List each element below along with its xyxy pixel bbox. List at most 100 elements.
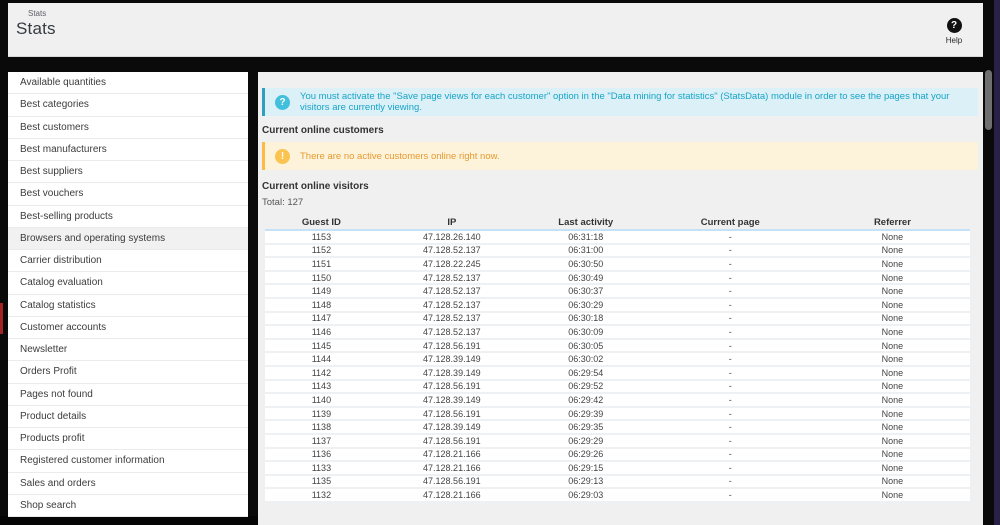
cell-current-page: - xyxy=(728,408,732,419)
cell-ip: 47.128.56.191 xyxy=(423,381,481,392)
help-label: Help xyxy=(945,36,963,45)
table-row: 1140 47.128.39.149 06:29:42 - None xyxy=(265,394,970,408)
sidebar-item-customer-accounts[interactable]: Customer accounts xyxy=(8,317,248,339)
stats-nav-sidebar: Available quantities Best categories Best … xyxy=(8,72,248,517)
warning-banner: ! There are no active customers online r… xyxy=(262,142,978,170)
sidebar-item-orders-profit[interactable]: Orders Profit xyxy=(8,361,248,384)
table-row: 1153 47.128.26.140 06:31:18 - None xyxy=(265,231,970,245)
cell-last-activity: 06:31:18 xyxy=(568,231,604,242)
cell-referrer: None xyxy=(881,394,904,405)
cell-current-page: - xyxy=(728,449,732,460)
table-row: 1146 47.128.52.137 06:30:09 - None xyxy=(265,326,970,340)
cell-referrer: None xyxy=(881,272,904,283)
column-header-referrer: Referrer xyxy=(873,216,911,228)
column-header-current-page: Current page xyxy=(700,216,760,228)
cell-last-activity: 06:30:29 xyxy=(568,299,604,310)
sidebar-item-product-details[interactable]: Product details xyxy=(8,406,248,428)
vertical-scrollbar-thumb[interactable] xyxy=(985,70,992,130)
page-header: Stats Stats ? Help xyxy=(8,3,983,57)
table-row: 1152 47.128.52.137 06:31:00 - None xyxy=(265,244,970,259)
cell-guest-id: 1139 xyxy=(311,408,332,419)
cell-current-page: - xyxy=(728,476,732,487)
sidebar-item-catalog-statistics[interactable]: Catalog statistics xyxy=(8,295,248,317)
cell-referrer: None xyxy=(881,354,904,365)
cell-last-activity: 06:29:39 xyxy=(568,408,604,419)
cell-current-page: - xyxy=(728,381,732,392)
help-button[interactable]: ? Help xyxy=(939,15,969,45)
sidebar-item-best-vouchers[interactable]: Best vouchers xyxy=(8,183,248,206)
table-row: 1151 47.128.22.245 06:30:50 - None xyxy=(265,258,970,272)
cell-current-page: - xyxy=(728,299,732,310)
cell-ip: 47.128.52.137 xyxy=(423,326,481,337)
cell-current-page: - xyxy=(728,462,732,473)
sidebar-item-available-quantities[interactable]: Available quantities xyxy=(8,72,248,95)
sidebar-item-newsletter[interactable]: Newsletter xyxy=(8,339,248,362)
cell-ip: 47.128.52.137 xyxy=(423,286,481,297)
cell-current-page: - xyxy=(728,231,732,242)
visitors-table-header: Guest ID IP Last activity Current page Refer… xyxy=(265,215,970,231)
sidebar-item-shop-search[interactable]: Shop search xyxy=(8,495,248,517)
cell-ip: 47.128.52.137 xyxy=(423,272,481,283)
sidebar-item-best-selling-products[interactable]: Best-selling products xyxy=(8,206,248,228)
column-header-ip: IP xyxy=(447,216,457,228)
table-row: 1133 47.128.21.166 06:29:15 - None xyxy=(265,462,970,476)
sidebar-item-pages-not-found[interactable]: Pages not found xyxy=(8,384,248,406)
sidebar-item-carrier-distribution[interactable]: Carrier distribution xyxy=(8,250,248,273)
cell-guest-id: 1144 xyxy=(311,354,332,365)
cell-current-page: - xyxy=(728,367,732,378)
cell-guest-id: 1136 xyxy=(311,449,332,460)
cell-last-activity: 06:29:29 xyxy=(568,435,604,446)
column-header-guest-id: Guest ID xyxy=(301,216,341,228)
cell-last-activity: 06:29:35 xyxy=(568,422,604,433)
cell-referrer: None xyxy=(881,258,904,269)
cell-current-page: - xyxy=(728,313,732,324)
cell-guest-id: 1133 xyxy=(311,462,332,473)
table-row: 1139 47.128.56.191 06:29:39 - None xyxy=(265,407,970,422)
cell-referrer: None xyxy=(881,381,904,392)
main-panel: ? You must activate the "Save page views… xyxy=(258,72,983,525)
cell-last-activity: 06:30:49 xyxy=(568,272,604,283)
cell-ip: 47.128.56.191 xyxy=(423,476,481,487)
cell-current-page: - xyxy=(728,272,732,283)
sidebar-item-browsers-and-operating-systems[interactable]: Browsers and operating systems xyxy=(8,227,248,250)
window-edge-strip xyxy=(994,0,1000,525)
table-row: 1149 47.128.52.137 06:30:37 - None xyxy=(265,285,970,299)
cell-last-activity: 06:29:26 xyxy=(568,449,604,460)
breadcrumb: Stats xyxy=(28,9,47,18)
cell-referrer: None xyxy=(881,449,904,460)
stats-nav-list: Available quantities Best categories Best … xyxy=(8,72,248,517)
warning-banner-text: There are no active customers online rig… xyxy=(300,150,500,162)
visitors-table-body: 1153 47.128.26.140 06:31:18 - None 1152 47.128… xyxy=(265,231,970,503)
cell-referrer: None xyxy=(881,476,904,487)
sidebar-item-best-suppliers[interactable]: Best suppliers xyxy=(8,161,248,184)
cell-referrer: None xyxy=(881,422,904,433)
cell-last-activity: 06:30:18 xyxy=(568,313,604,324)
cell-current-page: - xyxy=(728,490,732,501)
cell-guest-id: 1148 xyxy=(311,299,332,310)
cell-current-page: - xyxy=(728,326,732,337)
table-row: 1143 47.128.56.191 06:29:52 - None xyxy=(265,380,970,395)
table-row: 1142 47.128.39.149 06:29:54 - None xyxy=(265,366,970,381)
cell-current-page: - xyxy=(728,422,732,433)
sidebar-item-sales-and-orders[interactable]: Sales and orders xyxy=(8,473,248,495)
cell-guest-id: 1149 xyxy=(311,286,332,297)
sidebar-item-registered-customer-information[interactable]: Registered customer information xyxy=(8,450,248,473)
sidebar-item-products-profit[interactable]: Products profit xyxy=(8,428,248,451)
table-row: 1145 47.128.56.191 06:30:05 - None xyxy=(265,339,970,354)
cell-current-page: - xyxy=(728,394,732,405)
table-row: 1137 47.128.56.191 06:29:29 - None xyxy=(265,434,970,449)
cell-ip: 47.128.56.191 xyxy=(423,435,481,446)
cell-last-activity: 06:30:50 xyxy=(568,258,604,269)
sidebar-item-best-manufacturers[interactable]: Best manufacturers xyxy=(8,139,248,161)
cell-guest-id: 1138 xyxy=(311,422,332,433)
cell-last-activity: 06:31:00 xyxy=(568,245,604,256)
table-row: 1150 47.128.52.137 06:30:49 - None xyxy=(265,271,970,286)
cell-guest-id: 1132 xyxy=(311,490,332,501)
sidebar-item-best-categories[interactable]: Best categories xyxy=(8,94,248,117)
cell-guest-id: 1146 xyxy=(311,326,332,337)
sidebar-item-catalog-evaluation[interactable]: Catalog evaluation xyxy=(8,272,248,295)
cell-ip: 47.128.56.191 xyxy=(423,408,481,419)
sidebar-item-best-customers[interactable]: Best customers xyxy=(8,117,248,139)
cell-referrer: None xyxy=(881,462,904,473)
help-icon[interactable]: ? xyxy=(946,18,962,33)
